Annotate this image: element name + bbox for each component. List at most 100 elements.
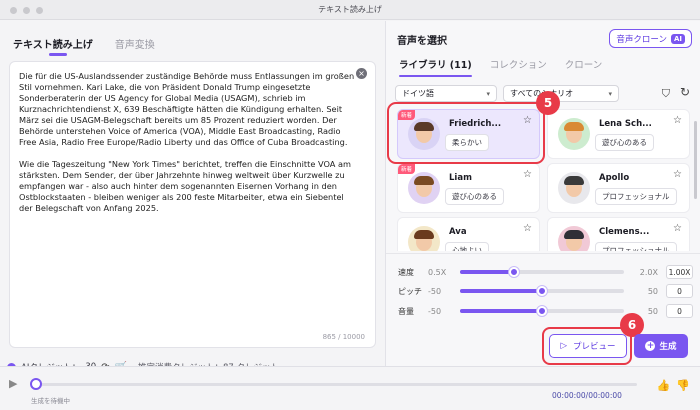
- voice-card[interactable]: Clemens... プロフェッショナル ☆: [547, 217, 690, 251]
- ai-badge: AI: [670, 33, 685, 44]
- voice-card[interactable]: Liam 遊び心のある ☆ 新着: [397, 163, 540, 213]
- character-counter: 865 / 10000: [322, 333, 365, 341]
- avatar-hair: [414, 176, 434, 185]
- pitch-control: ピッチ -50 50 0: [398, 284, 693, 298]
- play-icon[interactable]: ▶: [9, 377, 17, 390]
- new-badge: 新着: [398, 164, 416, 174]
- pitch-thumb[interactable]: [537, 286, 547, 296]
- tab-clone[interactable]: クローン: [565, 57, 603, 75]
- highlight-selected-voice: [387, 102, 545, 164]
- voice-filters: ドイツ語 ▾ すべてのシナリオ ▾: [395, 85, 619, 102]
- clear-text-icon[interactable]: ×: [356, 68, 367, 79]
- generate-label: 生成: [659, 342, 677, 352]
- thumbs-down-icon[interactable]: 👎: [676, 379, 690, 392]
- tab-text-to-speech[interactable]: テキスト読み上げ: [13, 36, 93, 56]
- volume-thumb[interactable]: [537, 306, 547, 316]
- avatar-hair: [414, 230, 434, 239]
- avatar: [408, 226, 440, 251]
- voice-tag: プロフェッショナル: [595, 188, 677, 205]
- avatar-hair: [564, 230, 584, 239]
- play-outline-icon: ▷: [560, 341, 568, 351]
- feedback-buttons: 👍 👎: [657, 379, 690, 392]
- plus-icon: +: [645, 341, 656, 351]
- player-time: 00:00:00/00:00:00: [552, 391, 622, 400]
- minimize-window-button[interactable]: [23, 7, 30, 14]
- voice-pane-title: 音声を選択: [397, 36, 447, 47]
- voice-name: Ava: [449, 227, 467, 237]
- voice-name: Apollo: [599, 173, 630, 183]
- voice-card[interactable]: Lena Sch... 遊び心のある ☆: [547, 109, 690, 159]
- filter-icon[interactable]: ⛉: [662, 87, 670, 101]
- tab-voice-changer[interactable]: 音声変換: [115, 36, 155, 55]
- speed-fill: [460, 270, 515, 274]
- window-controls: [10, 7, 43, 14]
- speed-max: 2.0X: [639, 267, 658, 277]
- close-window-button[interactable]: [10, 7, 17, 14]
- star-icon[interactable]: ☆: [523, 223, 532, 234]
- voice-grid-scrollbar[interactable]: [694, 121, 697, 199]
- pitch-fill: [460, 289, 542, 293]
- window-title: テキスト読み上げ: [318, 5, 382, 14]
- pitch-slider[interactable]: [460, 286, 624, 296]
- speed-slider[interactable]: [460, 267, 624, 277]
- avatar: [558, 118, 590, 150]
- volume-label: 音量: [398, 306, 414, 316]
- voice-clone-button[interactable]: 音声クローン AI: [609, 29, 692, 48]
- preview-label: プレビュー: [573, 342, 616, 352]
- playback-track[interactable]: [33, 383, 637, 386]
- generate-button[interactable]: + 生成: [634, 334, 688, 358]
- star-icon[interactable]: ☆: [673, 115, 682, 126]
- text-editor-pane: テキスト読み上げ 音声変換 Die für die US-Auslandssen…: [0, 21, 385, 373]
- audio-player: ▶ 生成を待機中 00:00:00/00:00:00 👍 👎: [0, 366, 700, 410]
- avatar-hair: [564, 122, 584, 131]
- pitch-label: ピッチ: [398, 286, 422, 296]
- voice-clone-label: 音声クローン: [616, 34, 667, 45]
- voice-tag: 遊び心のある: [595, 134, 654, 151]
- avatar: [408, 172, 440, 204]
- voice-name: Lena Sch...: [599, 119, 652, 129]
- avatar: [558, 226, 590, 251]
- volume-slider[interactable]: [460, 306, 624, 316]
- star-icon[interactable]: ☆: [673, 223, 682, 234]
- pitch-value[interactable]: 0: [666, 284, 693, 298]
- zoom-window-button[interactable]: [36, 7, 43, 14]
- text-content[interactable]: Die für die US-Auslandssender zuständige…: [19, 71, 357, 214]
- speed-value[interactable]: 1.00X: [666, 265, 693, 279]
- tab-collection[interactable]: コレクション: [490, 57, 547, 75]
- pitch-min: -50: [428, 286, 442, 296]
- chevron-down-icon: ▾: [486, 89, 490, 98]
- pitch-max: 50: [647, 286, 658, 296]
- thumbs-up-icon[interactable]: 👍: [657, 379, 671, 392]
- speed-control: 速度 0.5X 2.0X 1.00X: [398, 265, 693, 279]
- voice-tag: プロフェッショナル: [595, 242, 677, 251]
- voice-name: Liam: [449, 173, 472, 183]
- star-icon[interactable]: ☆: [673, 169, 682, 180]
- voice-name: Clemens...: [599, 227, 650, 237]
- avatar-hair: [564, 176, 584, 185]
- player-status: 生成を待機中: [31, 397, 70, 405]
- speed-label: 速度: [398, 267, 414, 277]
- voice-tag: 心地よい: [445, 242, 489, 251]
- avatar: [558, 172, 590, 204]
- title-bar: テキスト読み上げ: [0, 0, 700, 20]
- volume-value[interactable]: 0: [666, 304, 693, 318]
- voice-tabs: ライブラリ (11) コレクション クローン: [399, 57, 603, 77]
- callout-5: 5: [536, 91, 560, 115]
- mode-tabs: テキスト読み上げ 音声変換: [13, 36, 155, 56]
- speed-thumb[interactable]: [509, 267, 520, 277]
- volume-control: 音量 -50 50 0: [398, 304, 693, 318]
- tab-library[interactable]: ライブラリ (11): [399, 57, 472, 77]
- volume-min: -50: [428, 306, 442, 316]
- star-icon[interactable]: ☆: [523, 169, 532, 180]
- scenario-select[interactable]: すべてのシナリオ ▾: [503, 85, 619, 102]
- reload-icon[interactable]: ↻: [680, 85, 690, 99]
- voice-selection-pane: 音声を選択 音声クローン AI ライブラリ (11) コレクション クローン ド…: [385, 21, 700, 366]
- voice-card[interactable]: Apollo プロフェッショナル ☆: [547, 163, 690, 213]
- playback-thumb[interactable]: [30, 378, 42, 390]
- language-select[interactable]: ドイツ語 ▾: [395, 85, 497, 102]
- voice-controls: 速度 0.5X 2.0X 1.00X ピッチ -50 50 0 音量 -50 50 0: [386, 253, 700, 323]
- volume-fill: [460, 309, 542, 313]
- preview-button[interactable]: ▷ プレビュー: [549, 334, 627, 358]
- text-input-area[interactable]: Die für die US-Auslandssender zuständige…: [9, 61, 376, 348]
- voice-card[interactable]: Ava 心地よい ☆: [397, 217, 540, 251]
